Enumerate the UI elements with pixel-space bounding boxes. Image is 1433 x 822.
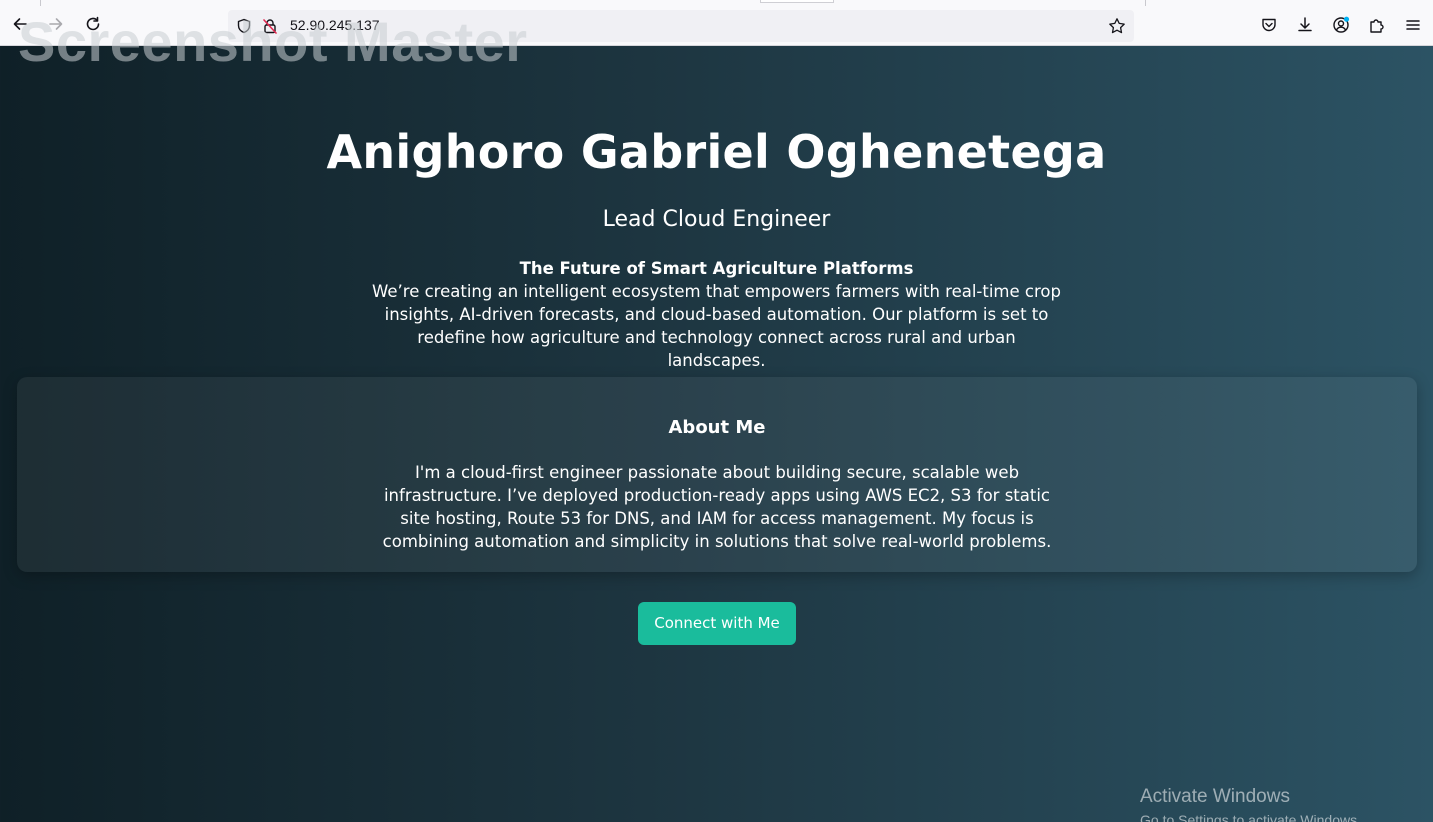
browser-toolbar: 52.90.245.137 [0, 0, 1433, 46]
arrow-right-icon [47, 15, 65, 33]
reload-icon [84, 15, 102, 33]
portfolio-page: Anighoro Gabriel Oghenetega Lead Cloud E… [0, 47, 1433, 822]
back-button[interactable] [6, 10, 34, 38]
forward-button[interactable] [42, 10, 70, 38]
star-icon[interactable] [1108, 17, 1126, 39]
tab-separator [1145, 0, 1146, 6]
downloads-button[interactable] [1291, 11, 1319, 39]
about-heading: About Me [668, 417, 766, 438]
account-button[interactable] [1327, 11, 1355, 39]
vision-text: We’re creating an intelligent ecosystem … [372, 282, 1061, 370]
pocket-button[interactable] [1255, 11, 1283, 39]
download-icon [1296, 16, 1314, 34]
page-title: Anighoro Gabriel Oghenetega [326, 125, 1107, 179]
pocket-icon [1260, 16, 1278, 34]
vision-section: The Future of Smart Agriculture Platform… [366, 257, 1067, 372]
activation-subtitle: Go to Settings to activate Windows. [1140, 812, 1361, 822]
windows-activation-watermark: Activate Windows Go to Settings to activ… [1140, 785, 1361, 822]
connect-button[interactable]: Connect with Me [638, 602, 796, 645]
hamburger-menu-icon [1404, 16, 1422, 34]
lock-strike-icon[interactable] [262, 18, 278, 38]
tab-strip-edge [0, 0, 1433, 6]
puzzle-icon [1368, 16, 1386, 34]
active-tab-edge[interactable] [760, 0, 834, 3]
address-bar[interactable]: 52.90.245.137 [228, 10, 1134, 42]
tab-separator [40, 0, 41, 6]
shield-icon[interactable] [236, 18, 252, 38]
url-text[interactable]: 52.90.245.137 [290, 17, 380, 33]
about-card: About Me I'm a cloud-first engineer pass… [17, 377, 1417, 572]
job-title: Lead Cloud Engineer [602, 207, 831, 232]
account-icon [1332, 16, 1350, 34]
about-text: I'm a cloud-first engineer passionate ab… [382, 463, 1052, 551]
extensions-button[interactable] [1363, 11, 1391, 39]
vision-title: The Future of Smart Agriculture Platform… [519, 259, 914, 278]
reload-button[interactable] [79, 10, 107, 38]
activation-title: Activate Windows [1140, 786, 1290, 807]
arrow-left-icon [11, 15, 29, 33]
app-menu-button[interactable] [1399, 11, 1427, 39]
